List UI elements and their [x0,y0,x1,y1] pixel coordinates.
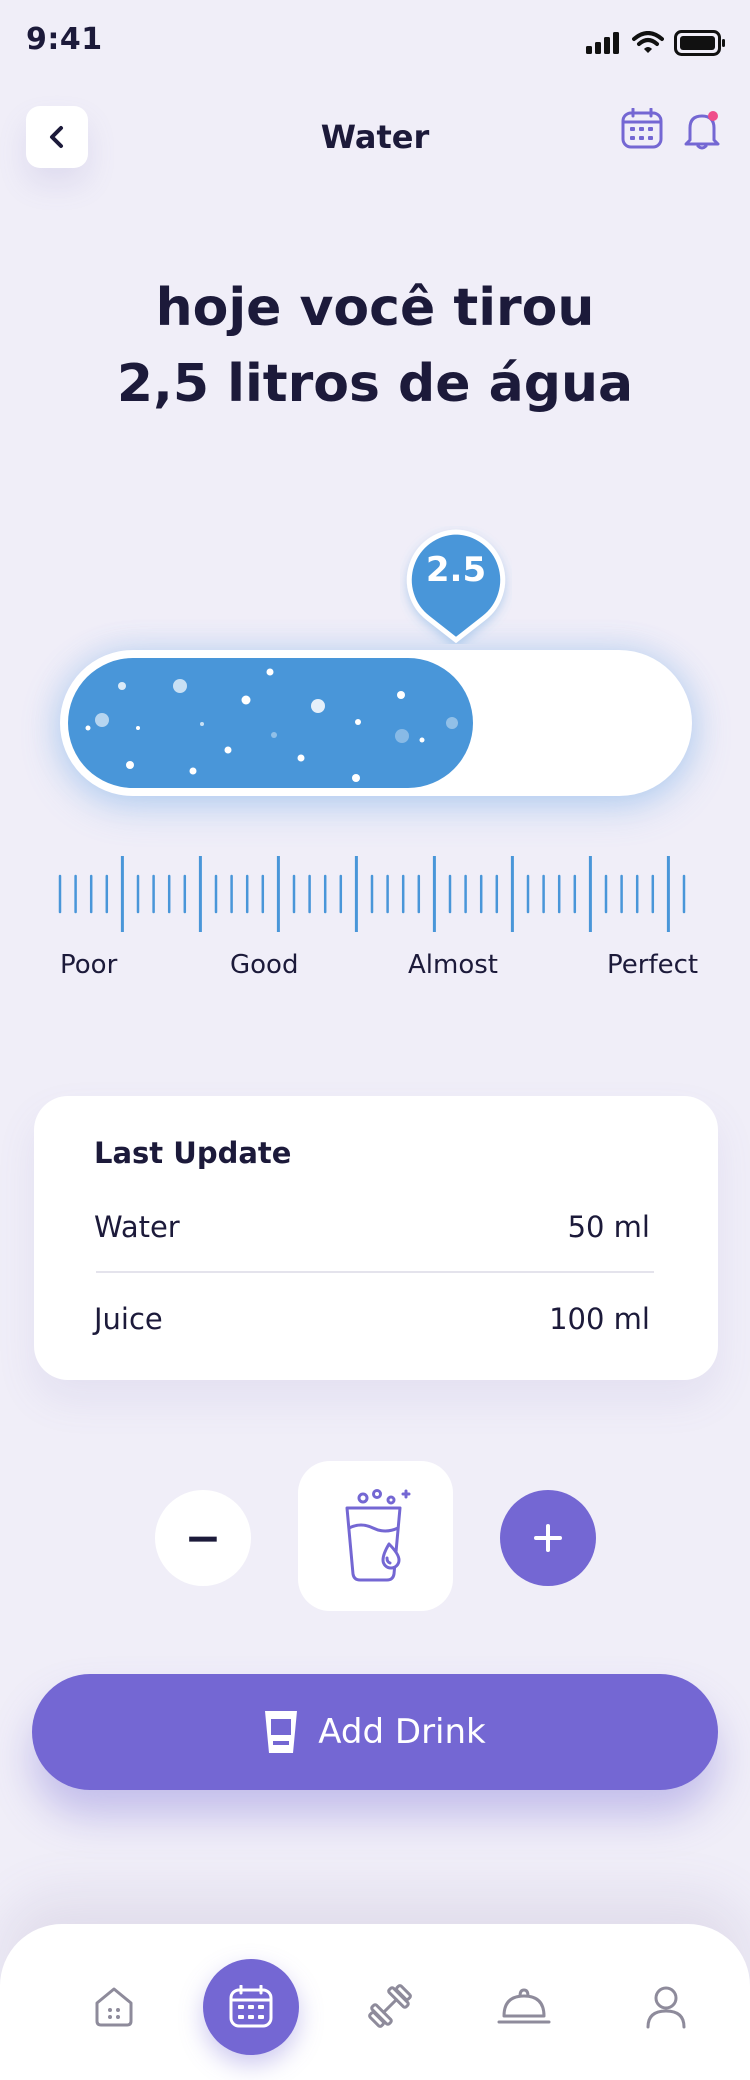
drink-cup-icon [265,1711,298,1753]
headline-line-1: hoje você tirou [155,278,595,338]
add-drink-label: Add Drink [318,1712,486,1752]
tab-profile[interactable] [638,1978,694,2034]
notifications-button[interactable] [682,108,722,154]
decrease-button[interactable]: − [155,1490,251,1586]
status-time: 9:41 [26,22,103,57]
dumbbell-icon [368,1984,412,2028]
last-update-row-label: Water [94,1210,180,1244]
status-icons [586,30,726,56]
wifi-icon [632,31,664,53]
food-cloche-icon [497,1988,551,2024]
bell-icon [684,111,720,150]
intake-scale-labels: Poor Good Almost Perfect [60,950,700,990]
calendar-button[interactable] [620,107,664,154]
intake-slider-fill[interactable] [68,658,473,788]
increase-button[interactable] [500,1490,596,1586]
profile-icon [646,1986,686,2029]
tab-food[interactable] [496,1978,552,2034]
calendar-icon [621,107,663,149]
minus-icon: − [184,1512,222,1564]
plus-icon [534,1524,562,1552]
drink-type-tile[interactable] [298,1461,453,1611]
last-update-row-label: Juice [94,1302,163,1336]
headline: hoje você tirou 2,5 litros de água [0,270,750,422]
water-glass-icon [345,1489,410,1582]
intake-value: 2.5 [425,550,487,590]
last-update-row-value: 100 ml [549,1302,650,1336]
scale-label-good: Good [230,950,299,980]
add-drink-button[interactable]: Add Drink [32,1674,718,1790]
water-bubbles [85,668,458,782]
last-update-row-value: 50 ml [567,1210,650,1244]
scale-label-poor: Poor [60,950,118,980]
scale-label-almost: Almost [408,950,498,980]
card-divider [96,1271,654,1273]
battery-icon [674,30,725,56]
scale-label-perfect: Perfect [607,950,699,980]
last-update-title: Last Update [94,1136,292,1170]
tab-home[interactable] [86,1978,142,2034]
tab-calendar[interactable] [203,1959,299,2055]
tab-workout[interactable] [362,1978,418,2034]
home-icon [95,1987,133,2027]
intake-scale-ruler [58,856,686,932]
headline-line-2: 2,5 litros de água [116,354,634,414]
calendar-icon [229,1985,273,2028]
signal-icon [586,32,619,54]
